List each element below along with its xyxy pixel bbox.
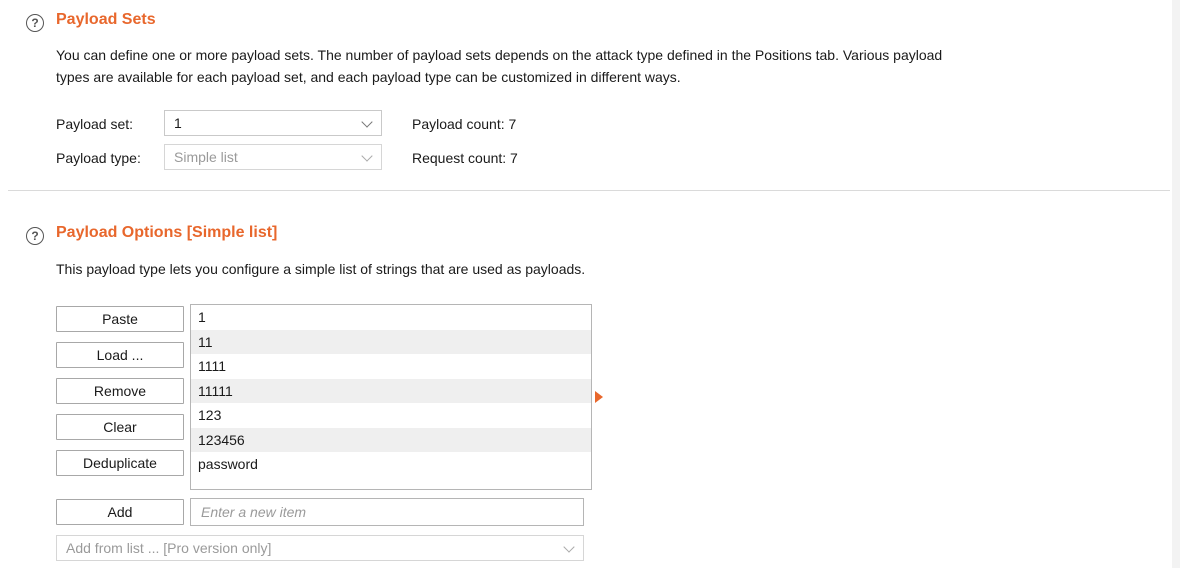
- payload-options-description: This payload type lets you configure a s…: [56, 261, 586, 277]
- chevron-down-icon: [563, 541, 575, 553]
- clear-button[interactable]: Clear: [56, 414, 184, 440]
- load-button[interactable]: Load ...: [56, 342, 184, 368]
- description-line: types are available for each payload set…: [56, 69, 681, 85]
- chevron-down-icon: [361, 150, 373, 162]
- payload-options-title: Payload Options [Simple list]: [56, 224, 278, 241]
- list-item[interactable]: 1111: [191, 354, 591, 379]
- help-icon[interactable]: ?: [26, 227, 44, 245]
- request-count: Request count: 7: [412, 150, 518, 166]
- list-item[interactable]: 11111: [191, 378, 591, 403]
- payload-set-select[interactable]: 1: [164, 110, 382, 136]
- payload-type-select[interactable]: Simple list: [164, 144, 382, 170]
- payload-sets-title: Payload Sets: [56, 11, 156, 28]
- payload-type-value: Simple list: [174, 149, 238, 165]
- payload-list[interactable]: 1 11 1111 11111 123 123456 password: [190, 304, 592, 490]
- list-item[interactable]: 11: [191, 329, 591, 354]
- expand-arrow-icon[interactable]: [595, 391, 603, 403]
- add-from-list-select[interactable]: Add from list ... [Pro version only]: [56, 535, 584, 561]
- deduplicate-button[interactable]: Deduplicate: [56, 450, 184, 476]
- chevron-down-icon: [361, 116, 373, 128]
- payload-set-value: 1: [174, 115, 182, 131]
- payload-sets-description: You can define one or more payload sets.…: [56, 44, 1166, 88]
- payload-type-label: Payload type:: [56, 150, 141, 166]
- list-item[interactable]: password: [191, 452, 591, 477]
- description-line: You can define one or more payload sets.…: [56, 47, 943, 63]
- section-divider: [8, 190, 1170, 191]
- list-item[interactable]: 123456: [191, 427, 591, 452]
- remove-button[interactable]: Remove: [56, 378, 184, 404]
- list-item[interactable]: 123: [191, 403, 591, 428]
- list-item[interactable]: 1: [191, 305, 591, 330]
- paste-button[interactable]: Paste: [56, 306, 184, 332]
- payload-count: Payload count: 7: [412, 116, 517, 132]
- help-icon[interactable]: ?: [26, 14, 44, 32]
- payload-set-label: Payload set:: [56, 116, 134, 132]
- new-item-input[interactable]: Enter a new item: [190, 498, 584, 526]
- add-from-list-value: Add from list ... [Pro version only]: [66, 540, 272, 556]
- add-button[interactable]: Add: [56, 499, 184, 525]
- scrollbar[interactable]: [1172, 0, 1180, 568]
